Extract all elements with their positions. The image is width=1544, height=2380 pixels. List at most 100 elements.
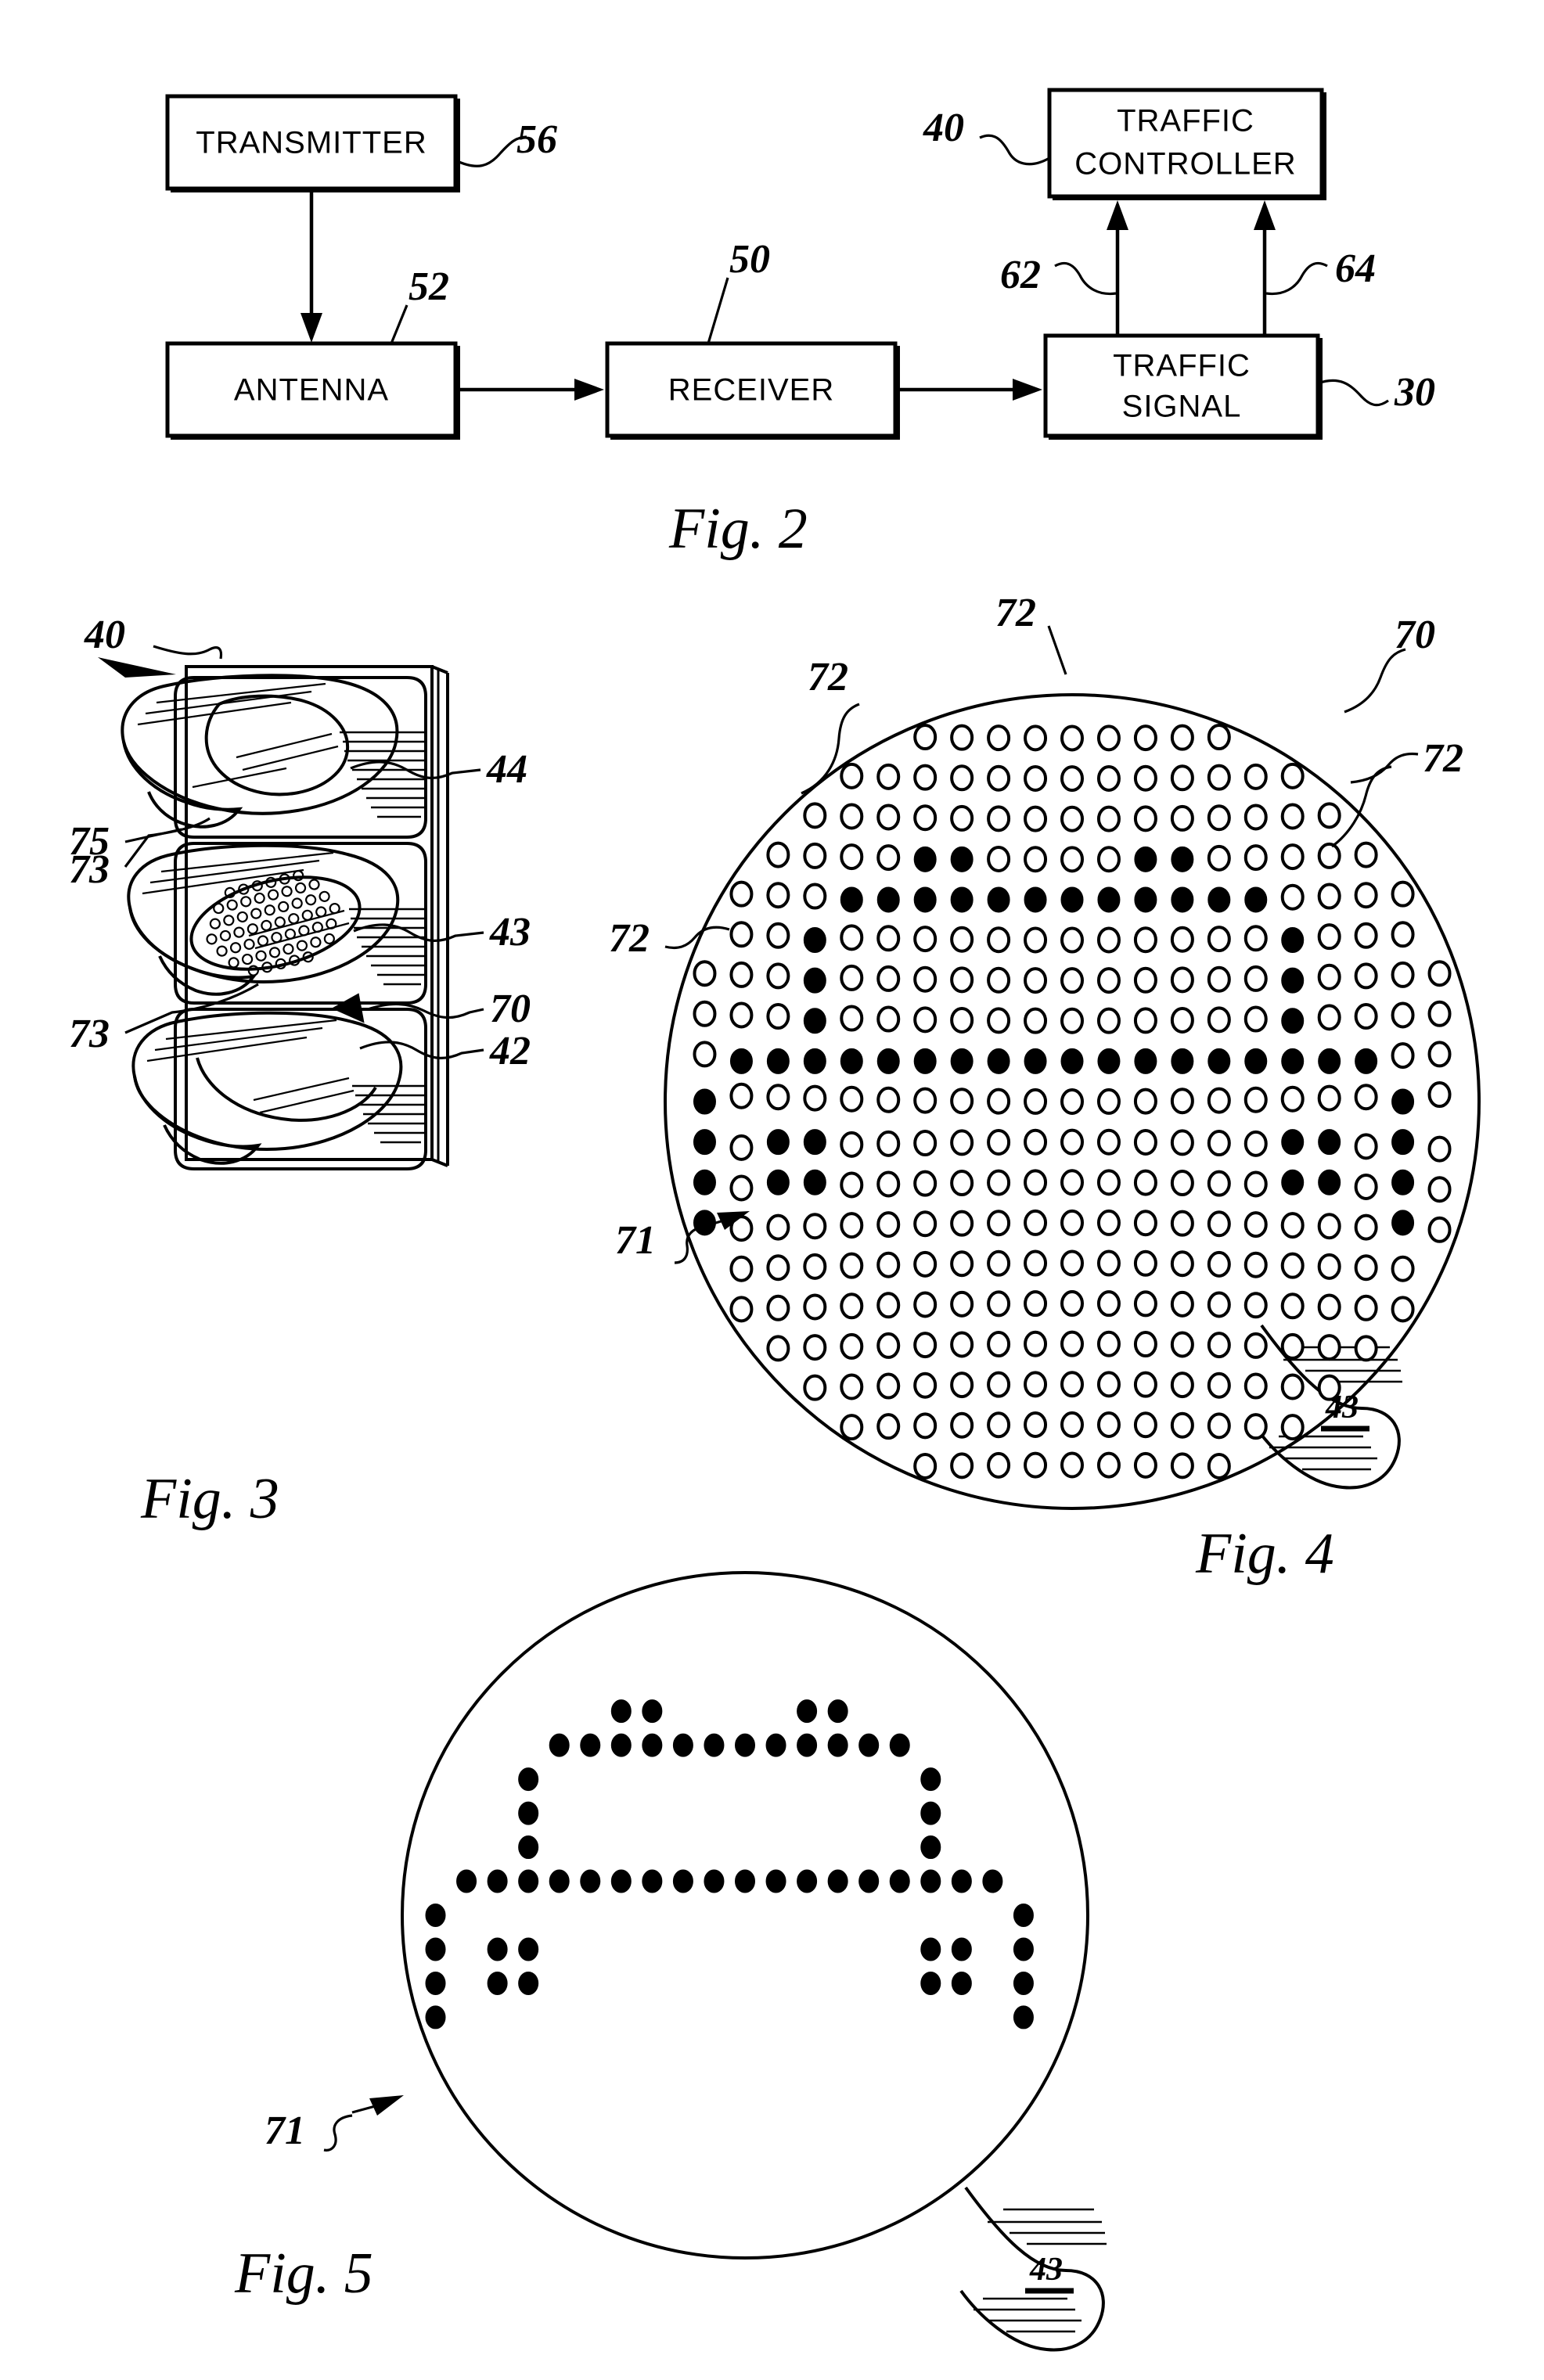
led-off: [803, 1293, 827, 1321]
led-off: [987, 1210, 1011, 1237]
led-off: [766, 1084, 790, 1111]
callout-72-top: 72: [995, 591, 1067, 675]
led-off: [1170, 1088, 1194, 1115]
led-off: [1280, 803, 1305, 830]
led-on: [797, 1733, 818, 1757]
led-on: [1281, 1129, 1305, 1156]
led-on: [642, 1869, 663, 1893]
led-off: [1354, 1254, 1378, 1282]
led-off: [876, 844, 901, 872]
led-off: [1060, 846, 1084, 873]
led-off: [1391, 921, 1415, 948]
block-traffic-controller-label-line1: TRAFFIC: [1117, 104, 1254, 138]
led-off: [1024, 1411, 1048, 1438]
lens-hood-bottom: [131, 1011, 403, 1165]
led-on: [642, 1733, 663, 1757]
led-off: [1243, 1332, 1268, 1359]
led-off: [766, 882, 790, 909]
led-on: [1318, 1129, 1341, 1156]
ref-number-50: 50: [729, 237, 770, 282]
led-on: [580, 1869, 601, 1893]
led-off: [987, 1088, 1011, 1115]
ref-number-42: 42: [489, 1029, 531, 1073]
led-on: [765, 1733, 786, 1757]
led-off: [913, 1291, 938, 1318]
led-on: [858, 1869, 880, 1893]
led-off: [950, 1331, 974, 1358]
led-off: [950, 1290, 974, 1318]
led-off: [950, 1250, 974, 1278]
led-off: [840, 1332, 864, 1360]
block-traffic-signal-label-line1: TRAFFIC: [1113, 349, 1251, 383]
led-off: [1243, 925, 1268, 952]
led-off: [803, 842, 827, 869]
led-off: [693, 1000, 717, 1027]
led-off: [729, 1134, 754, 1161]
led-off: [876, 1130, 901, 1157]
block-transmitter-label: TRANSMITTER: [196, 126, 426, 160]
led-on: [1281, 1008, 1305, 1034]
led-off: [729, 1255, 754, 1282]
led-on: [797, 1699, 818, 1724]
led-on: [920, 1767, 941, 1792]
block-traffic-signal-label-line2: SIGNAL: [1122, 390, 1242, 424]
led-off: [1096, 967, 1121, 994]
led-off: [1391, 1042, 1415, 1070]
led-off: [766, 922, 790, 949]
led-off: [840, 1212, 864, 1239]
led-off: [1170, 1129, 1194, 1156]
led-off: [913, 1372, 938, 1399]
led-off: [1060, 1169, 1084, 1196]
led-off: [1317, 1084, 1341, 1112]
led-off: [1317, 842, 1341, 869]
ref-number-71-fig5: 71: [265, 2109, 305, 2153]
led-on: [840, 1048, 863, 1074]
led-on: [518, 1937, 539, 1961]
led-off: [1096, 1451, 1121, 1479]
led-on: [1281, 1169, 1305, 1195]
ref-number-72-upperleft: 72: [808, 655, 848, 699]
led-off: [1207, 926, 1231, 953]
led-off: [1427, 1081, 1452, 1109]
led-off: [913, 724, 938, 751]
led-on: [672, 1869, 693, 1893]
ref-leader-52: 52: [390, 264, 449, 344]
led-off: [1133, 1290, 1157, 1318]
ref-number-73-upper: 73: [69, 847, 110, 892]
led-on: [1391, 1210, 1415, 1236]
callout-72-left: 72: [609, 916, 730, 961]
led-off: [1207, 1291, 1231, 1318]
led-off: [840, 924, 864, 951]
led-off: [1317, 1004, 1341, 1031]
led-off: [1280, 843, 1305, 871]
led-off: [1317, 1293, 1341, 1321]
led-off: [1170, 1452, 1194, 1479]
led-off: [987, 1371, 1011, 1398]
led-off: [1060, 1371, 1084, 1398]
led-off: [803, 1374, 827, 1401]
led-on: [858, 1733, 880, 1757]
led-off: [1170, 1411, 1194, 1439]
led-off: [987, 1169, 1011, 1196]
led-off: [1170, 764, 1194, 792]
led-off: [840, 843, 864, 871]
led-on: [1244, 886, 1268, 913]
led-off: [1170, 1006, 1194, 1034]
led-off: [1280, 1085, 1305, 1113]
led-off: [1243, 1372, 1268, 1400]
led-on: [729, 1048, 753, 1074]
led-off: [1024, 1371, 1048, 1398]
led-off: [950, 1452, 974, 1479]
led-off: [950, 1129, 974, 1156]
led-off: [1096, 1371, 1121, 1398]
led-off: [1391, 880, 1415, 908]
led-on: [1391, 1129, 1415, 1156]
led-off: [1354, 1173, 1378, 1200]
led-off: [1096, 1290, 1121, 1318]
led-off: [913, 1452, 938, 1479]
ref-number-73-middle: 73: [69, 1012, 110, 1056]
led-on: [1060, 886, 1084, 913]
led-off: [987, 1007, 1011, 1034]
led-off: [1243, 763, 1268, 790]
led-on: [610, 1869, 632, 1893]
